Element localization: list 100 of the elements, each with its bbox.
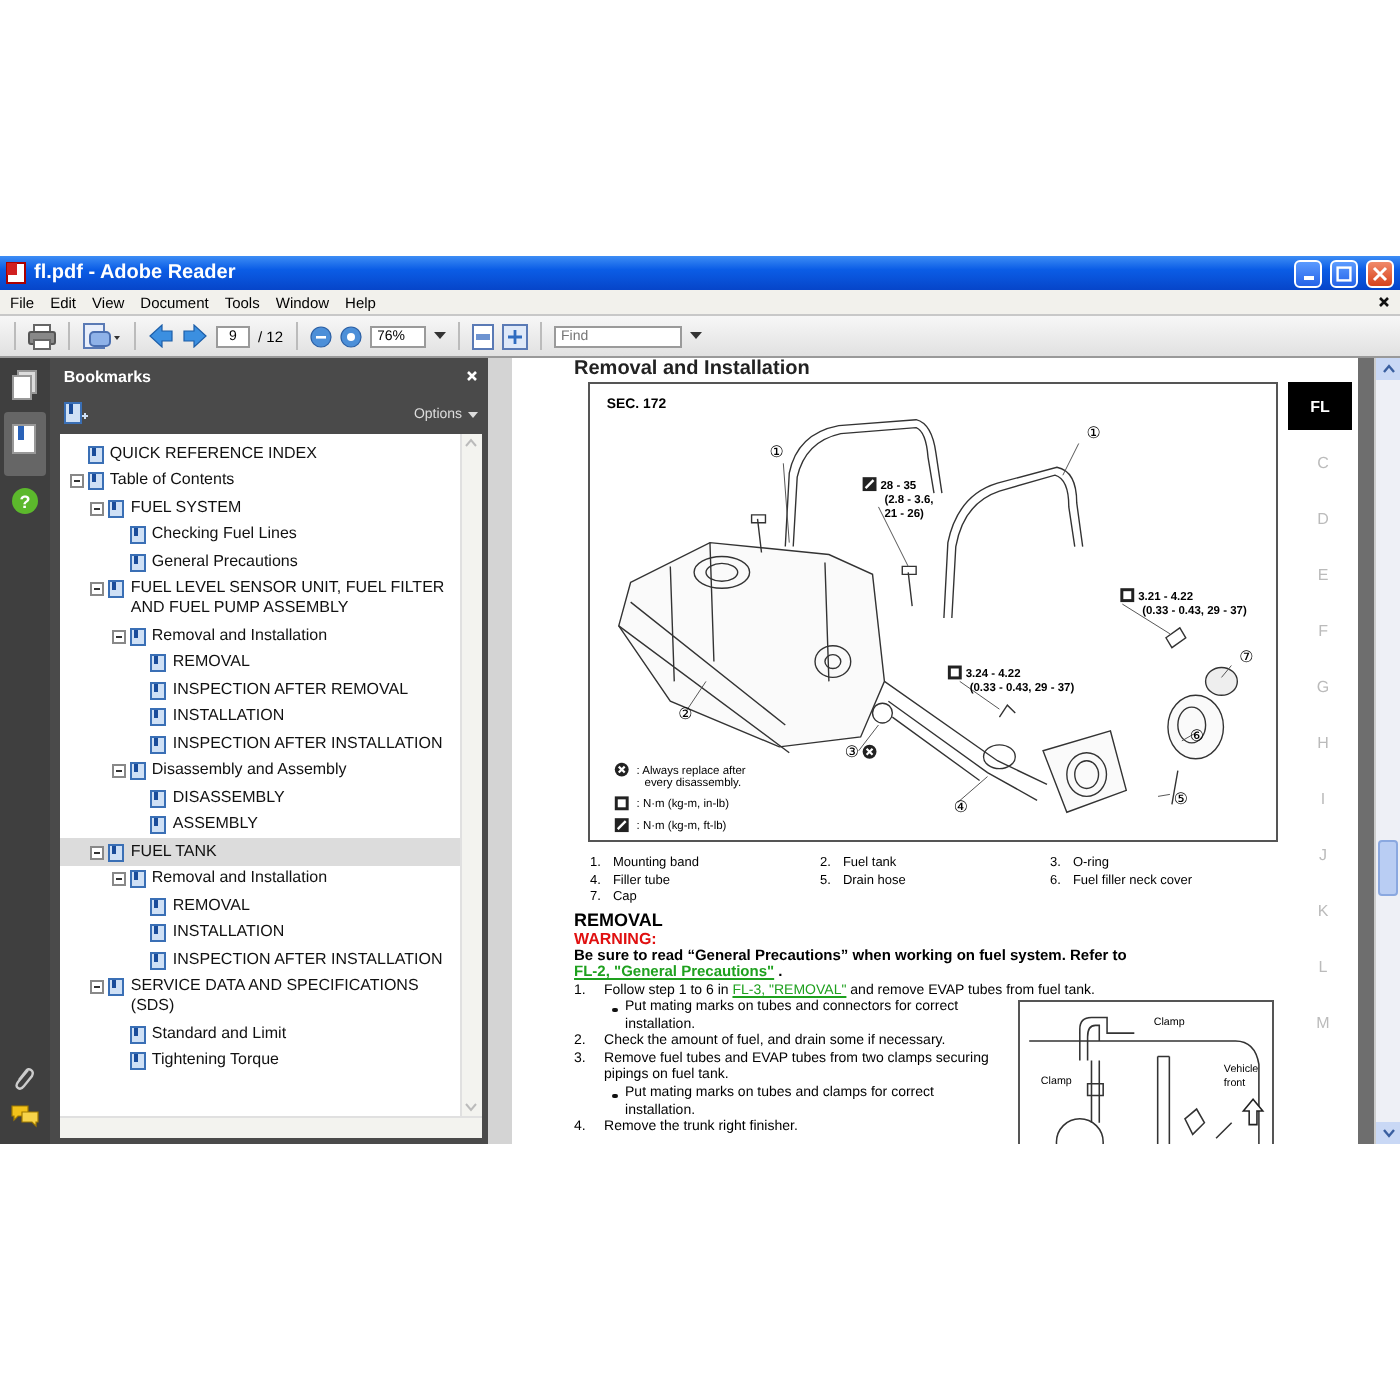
bookmark-item[interactable]: Table of Contents xyxy=(59,467,461,494)
dropdown-caret-icon[interactable] xyxy=(689,332,702,340)
bookmark-item[interactable]: DISASSEMBLY xyxy=(59,784,461,811)
bookmark-item[interactable]: General Precautions xyxy=(59,548,461,575)
bookmark-icon xyxy=(150,897,167,916)
collapse-icon[interactable] xyxy=(111,629,126,644)
scroll-up-icon[interactable] xyxy=(1381,364,1396,374)
bookmark-item[interactable]: INSPECTION AFTER INSTALLATION xyxy=(59,730,461,757)
callout-number: ① xyxy=(1086,423,1101,442)
collapse-icon[interactable] xyxy=(90,980,105,995)
collapse-icon[interactable] xyxy=(90,501,105,516)
panel-title: Bookmarks xyxy=(63,367,153,385)
bookmark-icon xyxy=(129,627,146,646)
pdf-file-icon xyxy=(6,262,26,284)
torque-wrench-icon xyxy=(862,477,877,492)
bookmark-icon xyxy=(108,843,125,862)
bookmark-icon xyxy=(150,654,167,673)
replace-symbol-icon xyxy=(862,744,877,759)
collapse-icon[interactable] xyxy=(69,474,84,489)
print-button[interactable] xyxy=(28,323,56,349)
section-title: REMOVAL xyxy=(574,911,665,929)
bookmark-item[interactable]: Disassembly and Assembly xyxy=(59,757,461,784)
bullet-icon xyxy=(612,1093,618,1099)
bookmark-item[interactable]: INSPECTION AFTER INSTALLATION xyxy=(59,946,461,973)
maximize-icon xyxy=(1336,265,1352,281)
minimize-button[interactable] xyxy=(1294,259,1322,287)
bookmark-item[interactable]: INSTALLATION xyxy=(59,703,461,730)
replace-symbol-icon xyxy=(614,762,629,777)
callout-number: ⑤ xyxy=(1173,790,1189,809)
bullet-icon xyxy=(612,1007,618,1013)
bookmark-icon xyxy=(150,816,167,835)
bookmark-icon xyxy=(129,870,146,889)
bookmark-icon xyxy=(150,951,167,970)
bookmark-icon xyxy=(87,445,104,464)
callout-number: ① xyxy=(769,443,784,462)
bookmark-item[interactable]: Tightening Torque xyxy=(59,1047,461,1074)
new-bookmark-icon[interactable] xyxy=(63,402,88,426)
bookmark-item[interactable]: REMOVAL xyxy=(59,649,461,676)
close-document-icon[interactable] xyxy=(1378,296,1390,308)
bookmark-icon xyxy=(129,553,146,572)
pages-icon[interactable] xyxy=(11,370,38,400)
maximize-button[interactable] xyxy=(1330,259,1358,287)
paperclip-icon[interactable] xyxy=(12,1064,37,1092)
close-icon[interactable] xyxy=(466,370,479,382)
scrollbar-thumb[interactable] xyxy=(1378,840,1399,896)
document-tools-button[interactable] xyxy=(82,322,122,350)
callout-number: ⑦ xyxy=(1239,647,1254,666)
callout-number: ③ xyxy=(844,742,859,761)
section-tab[interactable]: FL xyxy=(1288,382,1353,430)
bookmark-item[interactable]: Removal and Installation xyxy=(59,865,461,892)
collapse-icon[interactable] xyxy=(90,582,105,597)
collapse-icon[interactable] xyxy=(111,764,126,779)
next-page-button[interactable] xyxy=(182,324,208,348)
fit-width-button[interactable] xyxy=(501,323,528,349)
bookmark-item[interactable]: Removal and Installation xyxy=(59,622,461,649)
bookmark-item[interactable]: SERVICE DATA AND SPECIFICATIONS (SDS) xyxy=(59,973,461,1020)
bookmark-item[interactable]: INSPECTION AFTER REMOVAL xyxy=(59,676,461,703)
torque-wrench-icon xyxy=(947,665,962,680)
bookmark-item[interactable]: FUEL TANK xyxy=(59,838,461,865)
bookmark-item[interactable]: ASSEMBLY xyxy=(59,811,461,838)
fit-page-button[interactable] xyxy=(471,323,494,349)
torque-wrench-icon xyxy=(614,818,629,833)
bookmark-item[interactable]: INSTALLATION xyxy=(59,919,461,946)
bookmark-icon xyxy=(108,499,125,518)
dropdown-caret-icon[interactable] xyxy=(433,332,446,340)
page-heading: Removal and Installation xyxy=(574,358,812,380)
bookmark-icon xyxy=(108,978,125,997)
bookmark-icon xyxy=(129,526,146,545)
callout-number: ⑥ xyxy=(1189,726,1204,745)
zoom-out-button[interactable] xyxy=(309,325,332,347)
previous-page-button[interactable] xyxy=(148,324,174,348)
bookmark-icon xyxy=(150,708,167,727)
bookmark-item[interactable]: FUEL SYSTEM xyxy=(59,494,461,521)
bookmark-item[interactable]: Standard and Limit xyxy=(59,1020,461,1047)
warning-label: WARNING: xyxy=(574,929,659,947)
callout-number: ② xyxy=(678,705,693,724)
close-button[interactable] xyxy=(1366,259,1394,287)
bookmark-icon xyxy=(150,681,167,700)
collapse-icon[interactable] xyxy=(90,845,105,860)
callout-number: ④ xyxy=(953,798,969,817)
bookmark-item[interactable]: Checking Fuel Lines xyxy=(59,521,461,548)
zoom-in-button[interactable] xyxy=(339,325,362,347)
horizontal-scrollbar[interactable] xyxy=(59,1116,483,1138)
collapse-icon[interactable] xyxy=(111,872,126,887)
bookmark-icon xyxy=(150,924,167,943)
caret-icon xyxy=(468,411,479,417)
torque-wrench-icon xyxy=(1120,588,1135,603)
close-icon xyxy=(1372,265,1388,281)
bookmark-item[interactable]: REMOVAL xyxy=(59,892,461,919)
up-arrow-icon xyxy=(1241,1098,1265,1126)
document-scrollbar[interactable] xyxy=(1374,358,1400,1144)
bookmark-item[interactable]: FUEL LEVEL SENSOR UNIT, FUEL FILTER AND FUEL PUMP ASSEMBLY xyxy=(59,575,461,622)
bookmark-icon xyxy=(129,1052,146,1071)
bookmark-icon xyxy=(129,1025,146,1044)
bookmark-icon xyxy=(150,789,167,808)
comments-icon[interactable] xyxy=(9,1104,40,1128)
scroll-down-icon[interactable] xyxy=(1381,1128,1396,1138)
bookmarks-icon[interactable] xyxy=(11,424,38,454)
bookmark-icon xyxy=(108,580,125,599)
bookmark-item[interactable]: QUICK REFERENCE INDEX xyxy=(59,440,461,467)
